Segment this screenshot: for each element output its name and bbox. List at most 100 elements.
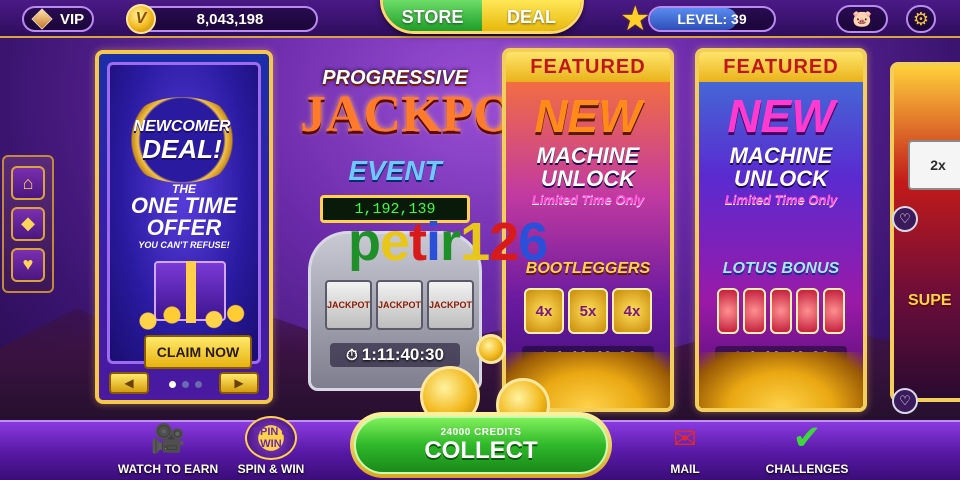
slot-title-partial: SUPE [908,292,952,309]
watch-to-earn-label: WATCH TO EARN [117,462,219,476]
symbol-reels [717,288,846,334]
offer-page-dots [169,381,202,388]
new-label: NEW [534,90,642,142]
game-title: LOTUS BONUS [722,260,840,277]
symbol-reel [822,288,846,334]
newcomer-deal-card[interactable]: NEWCOMER DEAL! THE ONE TIME OFFER YOU CA… [95,50,273,404]
vip-button[interactable]: VIP [22,6,94,32]
settings-button[interactable]: ⚙ [906,5,936,33]
favorite-heart-button[interactable]: ♡ [892,388,918,414]
deal-title: DEAL! [142,134,222,164]
watch-to-earn-button[interactable]: 🎥 WATCH TO EARN [113,416,223,477]
challenges-button[interactable]: ✔ CHALLENGES [752,416,862,476]
gold-coins-image [699,352,863,408]
newcomer-deal-panel: NEWCOMER DEAL! THE ONE TIME OFFER YOU CA… [107,62,261,369]
symbol-reel [717,288,740,334]
watermark-letter: e [380,212,410,272]
watermark-letter: i [426,212,441,272]
coin-stack-icon [130,303,250,333]
featured-card-lotus-bonus[interactable]: FEATURED NEW MACHINE UNLOCK Limited Time… [695,48,867,412]
offer-text: THE ONE TIME OFFER YOU CAN'T REFUSE! [114,183,254,251]
collect-credits: 24000 CREDITS [440,426,522,438]
reel: JACKPOT [325,280,373,330]
machine-label: MACHINE [536,143,640,168]
reel: JACKPOT [427,280,475,330]
symbol-reel [743,288,766,334]
sidebar-item-home[interactable]: ⌂ [11,166,45,201]
diamond-icon: ◆ [21,213,35,234]
mail-label: MAIL [670,462,700,476]
jackpot-reels: JACKPOT JACKPOT JACKPOT [325,280,475,330]
watermark-letter: 2 [489,212,519,272]
watermark-letter: p [348,212,381,272]
deal-button[interactable]: DEAL [482,0,581,31]
featured-header: FEATURED [699,52,863,82]
top-bar: VIP V 8,043,198 STORE DEAL ★ LEVEL: 39 🐷… [0,0,960,38]
jackpot-title: JACKPOT [300,86,549,143]
spin-wheel-icon: SPIN & WIN [245,416,297,460]
piggy-bank-icon: 🐷 [852,11,872,28]
mail-button[interactable]: ✉ MAIL [630,416,740,477]
multiplier-reel: 4x [612,288,652,334]
coin-icon [476,334,506,364]
machine-label: MACHINE [729,143,833,168]
reel: JACKPOT [376,280,424,330]
stopwatch-icon: ⏱ [346,346,358,364]
newcomer-badge: NEWCOMER DEAL! [120,97,244,183]
page-dot[interactable] [195,381,202,388]
multiplier-reels: 4x 5x 4x [524,288,652,334]
symbol-reel [796,288,819,334]
unlock-label: UNLOCK [733,166,829,191]
watermark-letter: t [409,212,427,272]
new-label: NEW [727,90,835,142]
multiplier-reel: 4x [524,288,564,334]
favorite-heart-button[interactable]: ♡ [892,206,918,232]
spin-and-win-label: SPIN & WIN [237,462,305,476]
slot-card-partial[interactable]: 2x SUPE [890,62,960,402]
left-sidebar: ⌂ ◆ ♥ [2,155,54,293]
watermark-letter: r [440,212,461,272]
multiplier-reel: 5x [568,288,608,334]
level-bar[interactable]: LEVEL: 39 [648,6,776,32]
collect-button-frame: 24000 CREDITS COLLECT [350,412,612,478]
symbol-reel [769,288,793,334]
slot-reel: 2x [908,140,960,190]
prev-offer-button[interactable]: ◀ [109,372,149,394]
jackpot-timer: ⏱ 1:11:40:30 [330,343,460,367]
house-icon: ⌂ [22,172,34,193]
store-button[interactable]: STORE [383,0,482,31]
page-dot[interactable] [182,381,189,388]
sidebar-item-favorites[interactable]: ♥ [11,247,45,282]
piggy-bank-button[interactable]: 🐷 [836,5,888,33]
timer-value: 1:11:40:30 [361,345,444,364]
level-label: LEVEL: 39 [677,11,747,27]
limited-time-label: Limited Time Only [531,192,645,207]
offer-offer: OFFER [146,215,222,240]
checkmark-icon: ✔ [792,419,822,457]
store-deal-tabs: STORE DEAL [380,0,584,34]
watermark-text: petir126 [348,212,548,272]
machine-unlock-label: MACHINE UNLOCK [506,144,670,190]
heart-icon: ♡ [899,393,911,408]
vip-label: VIP [60,10,85,28]
next-offer-button[interactable]: ▶ [219,372,259,394]
mailbox-icon: ✉ [673,422,697,454]
claim-now-button[interactable]: CLAIM NOW [144,335,252,369]
sidebar-item-gems[interactable]: ◆ [11,206,45,241]
collect-label: COLLECT [424,436,538,464]
spin-and-win-button[interactable]: SPIN & WIN SPIN & WIN [216,416,326,476]
watermark-letter: 6 [518,212,548,272]
coin-balance[interactable]: 8,043,198 [132,6,318,32]
video-camera-icon: 🎥 [150,422,186,454]
offer-one-time: ONE TIME [130,193,238,218]
coin-balance-value: 8,043,198 [196,10,264,28]
gear-icon: ⚙ [912,8,930,29]
collect-button[interactable]: 24000 CREDITS COLLECT [354,416,608,474]
heart-icon: ♡ [899,211,911,226]
event-label: EVENT [348,155,442,186]
challenges-label: CHALLENGES [765,462,849,476]
offer-subtitle: YOU CAN'T REFUSE! [138,240,230,250]
page-dot[interactable] [169,381,176,388]
heart-icon: ♥ [22,254,34,275]
star-icon: ★ [620,0,651,38]
